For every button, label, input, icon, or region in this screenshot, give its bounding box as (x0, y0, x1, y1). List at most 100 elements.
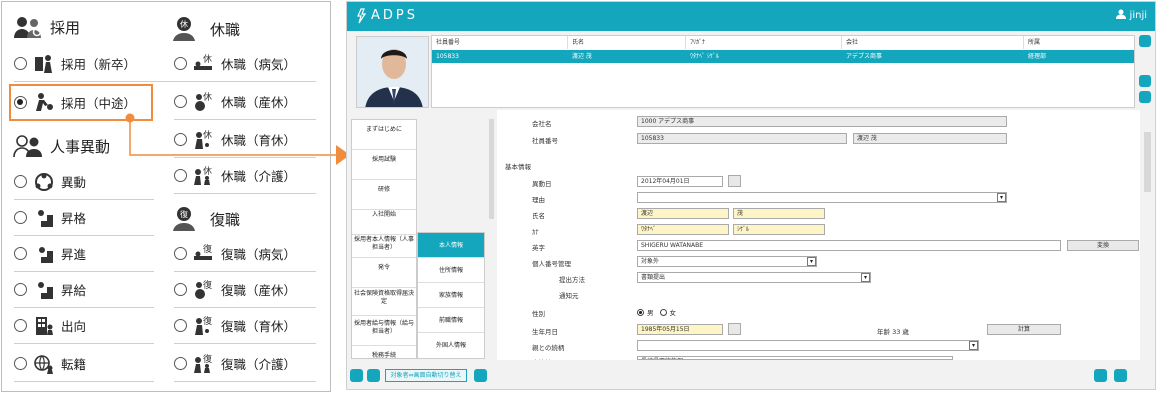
radio-button[interactable] (14, 357, 27, 370)
radio-button[interactable] (14, 175, 27, 188)
kana-sei-field[interactable]: ﾜﾀﾅﾍﾞ (637, 224, 729, 235)
radio-button[interactable] (14, 211, 27, 224)
tab-kazoku[interactable]: 家族情報 (418, 283, 484, 308)
menu-item-shukko[interactable]: 出向 (14, 308, 154, 344)
convert-button[interactable]: 変換 (1067, 240, 1139, 251)
radio-button[interactable] (174, 169, 187, 182)
radio-button[interactable] (14, 247, 27, 260)
radio-button[interactable] (174, 247, 187, 260)
add-user-icon[interactable] (1139, 75, 1151, 87)
radio-female[interactable] (659, 308, 667, 316)
bottom-toolbar: 対象者⇔画面自動切り替え (347, 362, 1155, 389)
step-scrollbar[interactable] (489, 119, 494, 219)
workflow-menu-panel: 採用 採用（新卒） 採用（中途） 人事異動 異動 昇格 昇進 昇給 出向 転籍 … (1, 1, 331, 392)
radio-button[interactable] (174, 319, 187, 332)
grid-cell: 105833 (436, 53, 459, 60)
tab-honnin[interactable]: 本人情報 (418, 233, 484, 258)
menu-item-fukushoku-kaigo[interactable]: 復 復職（介護） (174, 346, 316, 382)
connector-arrow (125, 113, 350, 165)
menu-item-shoshin[interactable]: 昇進 (14, 236, 154, 272)
relation-select[interactable] (637, 340, 979, 351)
eraser-icon[interactable] (1094, 369, 1107, 382)
name-label: 氏名 (532, 212, 545, 220)
tab-gaikokujin[interactable]: 外国人情報 (418, 333, 484, 358)
menu-item-label: 復職（産休） (221, 283, 297, 298)
radio-button[interactable] (14, 57, 27, 70)
radio-button[interactable] (14, 283, 27, 296)
save-icon[interactable] (474, 369, 487, 382)
svg-text:復: 復 (203, 279, 212, 291)
chevron-down-icon[interactable]: ▾ (997, 193, 1006, 202)
eiji-field[interactable]: SHIGERU WATANABE (637, 240, 1061, 251)
grid-cell: アデプス商事 (846, 53, 883, 60)
section-fukushoku: 復 復職 (172, 206, 240, 232)
step-item[interactable]: まずはじめに (352, 120, 416, 150)
calendar-icon[interactable] (728, 175, 741, 187)
honseki-field[interactable]: 長崎県西彼杵郡 (637, 356, 953, 360)
name-mei-field[interactable]: 茂 (733, 208, 825, 219)
sex-male-label: 男 (647, 309, 654, 317)
user-menu[interactable]: jinji (1116, 9, 1147, 21)
radio-button[interactable] (174, 57, 187, 70)
mynumber-select[interactable]: 対象外 (637, 256, 817, 267)
search-people-icon[interactable] (1139, 35, 1151, 47)
menu-item-shokaku[interactable]: 昇格 (14, 200, 154, 236)
radio-male[interactable] (637, 308, 644, 316)
step-item[interactable]: 採用者本人情報（人事担当者） (352, 232, 416, 258)
idou-date-field[interactable]: 2012年04月01日 (637, 176, 723, 187)
svg-text:復: 復 (203, 353, 212, 365)
menu-item-fukushoku-byoki[interactable]: 復 復職（病気） (174, 236, 316, 272)
step-item[interactable]: 採用試験 (352, 150, 416, 180)
teishutsu-select[interactable]: 書類提出 (637, 272, 871, 283)
trash-icon[interactable] (1139, 91, 1151, 103)
grid-header: 氏名 (568, 36, 686, 49)
sex-radio-group: 男 女 (637, 307, 676, 317)
step-item[interactable]: 社会保険資格取得届決定 (352, 286, 416, 316)
radio-button[interactable] (174, 95, 187, 108)
sex-female-label: 女 (669, 309, 677, 317)
birth-date-field[interactable]: 1985年05月15日 (637, 324, 723, 335)
chevron-down-icon[interactable]: ▾ (807, 257, 816, 266)
section-jinji: 人事異動 (12, 133, 110, 159)
menu-item-shokyu[interactable]: 昇給 (14, 272, 154, 308)
riyu-select[interactable] (637, 192, 1007, 203)
user-switch-icon[interactable] (367, 369, 380, 382)
menu-item-label: 復職（病気） (221, 247, 297, 262)
stairs-icon (33, 243, 55, 265)
menu-item-fukushoku-sankyu[interactable]: 復 復職（産休） (174, 272, 316, 308)
grid-header: ﾌﾘｶﾞﾅ (686, 36, 842, 49)
step-item[interactable]: 入社開始 (352, 205, 416, 235)
grid-cell: ﾜﾀﾅﾍﾞ ｼｹﾞﾙ (690, 53, 719, 60)
kana-mei-field[interactable]: ｼｹﾞﾙ (733, 224, 825, 235)
exit-icon[interactable] (1114, 369, 1127, 382)
leave-badge-icon: 休 (172, 16, 204, 42)
auto-switch-button[interactable]: 対象者⇔画面自動切り替え (385, 369, 467, 382)
svg-text:休: 休 (203, 53, 212, 65)
pause-icon[interactable] (350, 369, 363, 382)
radio-button[interactable] (14, 319, 27, 332)
name-sei-field[interactable]: 渡辺 (637, 208, 729, 219)
sex-label: 性別 (532, 310, 545, 318)
menu-item-tenseki[interactable]: 転籍 (14, 346, 154, 382)
chevron-down-icon[interactable]: ▾ (969, 341, 978, 350)
empno-field: 105833 (637, 133, 847, 144)
calendar-icon[interactable] (728, 323, 741, 335)
form-scrollbar[interactable] (1144, 132, 1151, 192)
grid-cell: 渡辺 茂 (572, 53, 592, 60)
tab-jusho[interactable]: 住所情報 (418, 258, 484, 283)
calc-button[interactable]: 計算 (987, 324, 1061, 335)
menu-item-label: 復職（介護） (221, 357, 297, 372)
chevron-down-icon[interactable]: ▾ (861, 273, 870, 282)
radio-button[interactable] (174, 357, 187, 370)
menu-item-fukushoku-ikukyu[interactable]: 復 復職（育休） (174, 308, 316, 344)
grid-header: 社員番号 (432, 36, 568, 49)
return-caregiver-icon: 復 (193, 353, 215, 375)
menu-item-kyushoku-byoki[interactable]: 休 休職（病気） (174, 46, 316, 82)
people-icon (12, 133, 44, 159)
step-item[interactable]: 発令 (352, 258, 416, 288)
radio-button[interactable] (174, 283, 187, 296)
employee-form: 会社名 1000 アデプス商事 社員番号 105833 渡辺 茂 基本情報 異動… (497, 110, 1140, 360)
recover-bed-icon: 復 (193, 243, 215, 265)
tab-zenshoku[interactable]: 前職情報 (418, 308, 484, 333)
step-item[interactable]: 採用者給与情報（給与担当者） (352, 316, 416, 346)
